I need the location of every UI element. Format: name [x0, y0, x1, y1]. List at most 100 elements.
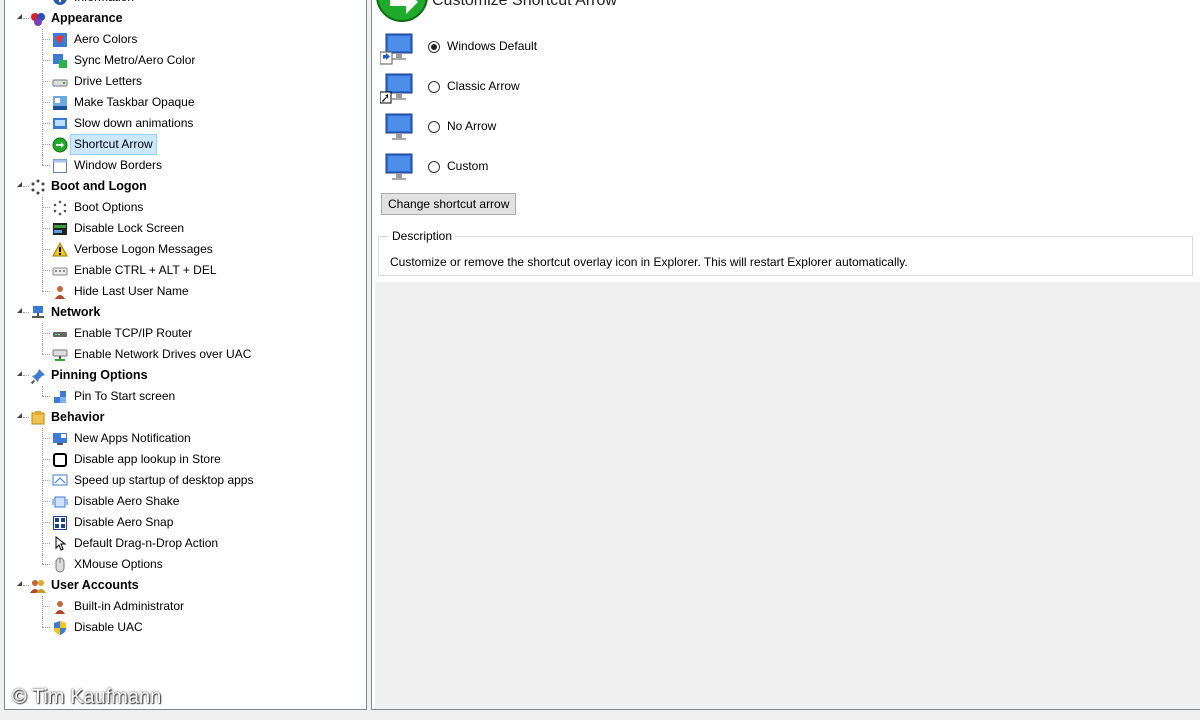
tree-item-label: Pin To Start screen	[74, 389, 176, 403]
description-legend: Description	[389, 229, 456, 243]
tree-item-slow-down-animations[interactable]: Slow down animations	[5, 113, 366, 134]
tree-item-shortcut-arrow[interactable]: Shortcut Arrow	[5, 134, 366, 155]
tree-group-user-accounts[interactable]: User Accounts	[5, 575, 366, 596]
tree-item-information[interactable]: Information	[5, 0, 366, 8]
tree-item-enable-network-drives-over-uac[interactable]: Enable Network Drives over UAC	[5, 344, 366, 365]
boot-options-icon	[52, 200, 68, 216]
tree-item-enable-tcp-ip-router[interactable]: Enable TCP/IP Router	[5, 323, 366, 344]
network-icon	[30, 305, 46, 321]
behavior-icon	[30, 410, 46, 426]
option-label: No Arrow	[447, 119, 497, 133]
page-title: Customize Shortcut Arrow	[432, 0, 617, 9]
radio-classic-arrow[interactable]	[428, 81, 440, 93]
tree-item-label: Hide Last User Name	[74, 284, 189, 298]
sync-color-icon	[52, 53, 68, 69]
tree-item-label: Default Drag-n-Drop Action	[74, 536, 219, 550]
option-label: Custom	[447, 159, 489, 173]
tree-item-enable-ctrl-alt-del[interactable]: Enable CTRL + ALT + DEL	[5, 260, 366, 281]
tree-group-label: Boot and Logon	[51, 179, 147, 193]
content-empty-area	[375, 282, 1200, 709]
content-panel: Customize Shortcut Arrow Windows Default…	[371, 0, 1200, 710]
expand-collapse-icon[interactable]	[17, 371, 22, 376]
tree-item-label: Disable app lookup in Store	[74, 452, 221, 466]
radio-custom[interactable]	[428, 161, 440, 173]
tree-item-speed-up-startup-of-desktop-apps[interactable]: Speed up startup of desktop apps	[5, 470, 366, 491]
tree-item-disable-uac[interactable]: Disable UAC	[5, 617, 366, 638]
tree-group-network[interactable]: Network	[5, 302, 366, 323]
description-text: Customize or remove the shortcut overlay…	[390, 255, 908, 269]
tree-item-disable-aero-snap[interactable]: Disable Aero Snap	[5, 512, 366, 533]
option-label: Classic Arrow	[447, 79, 520, 93]
tree-group-behavior[interactable]: Behavior	[5, 407, 366, 428]
tree-item-boot-options[interactable]: Boot Options	[5, 197, 366, 218]
expand-collapse-icon[interactable]	[17, 182, 22, 187]
tree-group-label: User Accounts	[51, 578, 139, 592]
tree-item-verbose-logon-messages[interactable]: Verbose Logon Messages	[5, 239, 366, 260]
tree-item-disable-lock-screen[interactable]: Disable Lock Screen	[5, 218, 366, 239]
tree-item-make-taskbar-opaque[interactable]: Make Taskbar Opaque	[5, 92, 366, 113]
pin-start-icon	[52, 389, 68, 405]
tree-item-new-apps-notification[interactable]: New Apps Notification	[5, 428, 366, 449]
aero-snap-icon	[52, 515, 68, 531]
tree-group-label: Behavior	[51, 410, 105, 424]
tree-item-label: Disable Aero Snap	[74, 515, 174, 529]
tree-group-pinning-options[interactable]: Pinning Options	[5, 365, 366, 386]
tree-item-window-borders[interactable]: Window Borders	[5, 155, 366, 176]
change-shortcut-arrow-button[interactable]: Change shortcut arrow	[381, 193, 517, 215]
taskbar-icon	[52, 95, 68, 111]
notification-icon	[52, 431, 68, 447]
radio-no-arrow[interactable]	[428, 121, 440, 133]
user-icon	[52, 284, 68, 300]
tree-item-pin-to-start-screen[interactable]: Pin To Start screen	[5, 386, 366, 407]
tree-item-label: Information	[71, 0, 137, 7]
window-borders-icon	[52, 158, 68, 174]
aero-colors-icon	[52, 32, 68, 48]
tree-group-appearance[interactable]: Appearance	[5, 8, 366, 29]
radio-windows-default[interactable]	[428, 41, 440, 53]
tree-item-aero-colors[interactable]: Aero Colors	[5, 29, 366, 50]
expand-collapse-icon[interactable]	[17, 581, 22, 586]
tree-item-xmouse-options[interactable]: XMouse Options	[5, 554, 366, 575]
windows-default-arrow-icon	[379, 32, 414, 66]
tree-item-label: Enable TCP/IP Router	[74, 326, 193, 340]
tree-item-label: Verbose Logon Messages	[74, 242, 213, 256]
tree-item-hide-last-user-name[interactable]: Hide Last User Name	[5, 281, 366, 302]
info-icon	[52, 0, 68, 6]
tree-item-label: Enable CTRL + ALT + DEL	[74, 263, 217, 277]
tree-item-label: Window Borders	[74, 158, 163, 172]
users-icon	[30, 578, 46, 594]
tree-item-label: Enable Network Drives over UAC	[74, 347, 252, 361]
expand-collapse-icon[interactable]	[17, 308, 22, 313]
store-icon	[52, 452, 68, 468]
tree-group-label: Network	[51, 305, 101, 319]
tree-item-disable-aero-shake[interactable]: Disable Aero Shake	[5, 491, 366, 512]
tree-item-label: Shortcut Arrow	[70, 134, 157, 155]
tree-item-label: Disable Aero Shake	[74, 494, 180, 508]
appearance-icon	[30, 11, 46, 27]
startup-icon	[52, 473, 68, 489]
tree-group-label: Appearance	[51, 11, 123, 25]
classic-arrow-icon	[379, 72, 414, 106]
expand-collapse-icon[interactable]	[17, 14, 22, 19]
tree-item-label: Built-in Administrator	[74, 599, 185, 613]
tree-item-disable-app-lookup-in-store[interactable]: Disable app lookup in Store	[5, 449, 366, 470]
pin-icon	[30, 368, 46, 385]
expand-collapse-icon[interactable]	[17, 413, 22, 418]
tree-item-sync-metro-aero-color[interactable]: Sync Metro/Aero Color	[5, 50, 366, 71]
shortcut-arrow-icon	[52, 137, 68, 153]
network-drive-icon	[52, 347, 68, 363]
watermark: © Tim Kaufmann	[12, 686, 162, 708]
settings-tree[interactable]: Information Appearance Aero Colors Sync Met…	[4, 0, 367, 710]
tree-item-default-drag-n-drop-action[interactable]: Default Drag-n-Drop Action	[5, 533, 366, 554]
tree-group-boot-and-logon[interactable]: Boot and Logon	[5, 176, 366, 197]
tree-item-label: Speed up startup of desktop apps	[74, 473, 254, 487]
tree-item-drive-letters[interactable]: Drive Letters	[5, 71, 366, 92]
shortcut-arrow-header-icon	[376, 0, 428, 22]
keyboard-icon	[52, 263, 68, 279]
tree-item-label: New Apps Notification	[74, 431, 191, 445]
tree-item-label: Make Taskbar Opaque	[74, 95, 195, 109]
drag-drop-icon	[52, 535, 68, 552]
verbose-icon	[52, 241, 68, 258]
tree-item-built-in-administrator[interactable]: Built-in Administrator	[5, 596, 366, 617]
admin-icon	[52, 599, 68, 615]
